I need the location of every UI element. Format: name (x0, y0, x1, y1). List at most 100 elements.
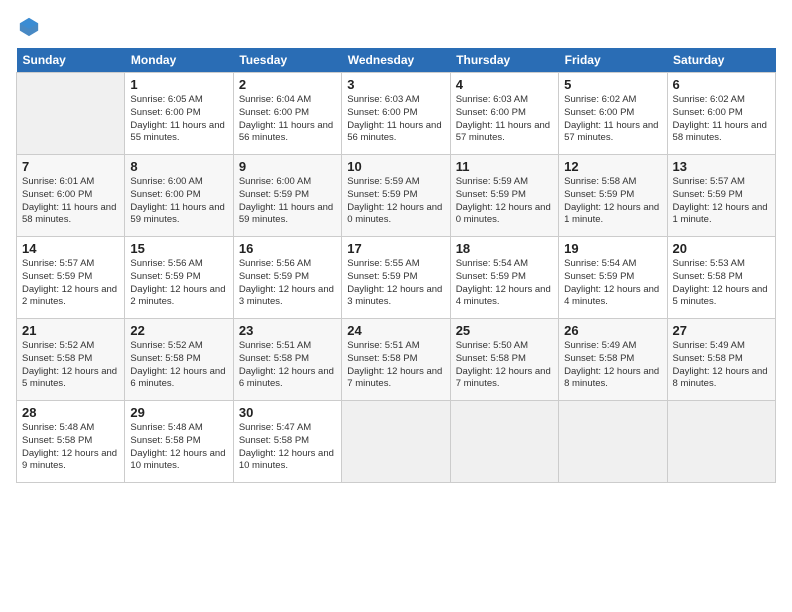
header-cell-saturday: Saturday (667, 48, 775, 73)
day-number: 4 (456, 77, 553, 92)
day-number: 11 (456, 159, 553, 174)
header-cell-sunday: Sunday (17, 48, 125, 73)
calendar-cell: 19Sunrise: 5:54 AMSunset: 5:59 PMDayligh… (559, 237, 667, 319)
cell-info: Sunrise: 5:47 AMSunset: 5:58 PMDaylight:… (239, 422, 336, 473)
day-number: 24 (347, 323, 444, 338)
calendar-table: SundayMondayTuesdayWednesdayThursdayFrid… (16, 48, 776, 483)
header (16, 16, 776, 38)
day-number: 29 (130, 405, 227, 420)
cell-info: Sunrise: 5:54 AMSunset: 5:59 PMDaylight:… (456, 258, 553, 309)
calendar-cell: 4 Sunrise: 6:03 AMSunset: 6:00 PMDaylight… (450, 73, 558, 155)
calendar-cell: 24 Sunrise: 5:51 AMSunset: 5:58 PMDayligh… (342, 319, 450, 401)
calendar-cell: 9 Sunrise: 6:00 AMSunset: 5:59 PMDaylight… (233, 155, 341, 237)
day-number: 17 (347, 241, 444, 256)
cell-info: Sunrise: 6:01 AMSunset: 6:00 PMDaylight:… (22, 176, 119, 227)
calendar-cell: 14 Sunrise: 5:57 AMSunset: 5:59 PMDayligh… (17, 237, 125, 319)
calendar-cell: 8 Sunrise: 6:00 AMSunset: 6:00 PMDaylight… (125, 155, 233, 237)
day-number: 20 (673, 241, 770, 256)
calendar-cell: 23Sunrise: 5:51 AMSunset: 5:58 PMDayligh… (233, 319, 341, 401)
calendar-cell: 6 Sunrise: 6:02 AMSunset: 6:00 PMDaylight… (667, 73, 775, 155)
week-row-5: 28 Sunrise: 5:48 AMSunset: 5:58 PMDayligh… (17, 401, 776, 483)
calendar-cell (17, 73, 125, 155)
header-row: SundayMondayTuesdayWednesdayThursdayFrid… (17, 48, 776, 73)
calendar-cell: 22 Sunrise: 5:52 AMSunset: 5:58 PMDayligh… (125, 319, 233, 401)
cell-info: Sunrise: 6:04 AMSunset: 6:00 PMDaylight:… (239, 94, 336, 145)
calendar-cell: 17Sunrise: 5:55 AMSunset: 5:59 PMDayligh… (342, 237, 450, 319)
day-number: 23 (239, 323, 336, 338)
cell-info: Sunrise: 5:53 AMSunset: 5:58 PMDaylight:… (673, 258, 770, 309)
header-cell-wednesday: Wednesday (342, 48, 450, 73)
calendar-cell: 12Sunrise: 5:58 AMSunset: 5:59 PMDayligh… (559, 155, 667, 237)
calendar-header: SundayMondayTuesdayWednesdayThursdayFrid… (17, 48, 776, 73)
day-number: 5 (564, 77, 661, 92)
logo-icon (18, 16, 40, 38)
cell-info: Sunrise: 5:49 AMSunset: 5:58 PMDaylight:… (673, 340, 770, 391)
cell-info: Sunrise: 5:49 AMSunset: 5:58 PMDaylight:… (564, 340, 661, 391)
calendar-cell: 21Sunrise: 5:52 AMSunset: 5:58 PMDayligh… (17, 319, 125, 401)
day-number: 1 (130, 77, 227, 92)
cell-info: Sunrise: 5:57 AMSunset: 5:59 PMDaylight:… (673, 176, 770, 227)
cell-info: Sunrise: 5:56 AMSunset: 5:59 PMDaylight:… (130, 258, 227, 309)
cell-info: Sunrise: 6:00 AMSunset: 6:00 PMDaylight:… (130, 176, 227, 227)
day-number: 22 (130, 323, 227, 338)
page-container: SundayMondayTuesdayWednesdayThursdayFrid… (0, 0, 792, 612)
day-number: 10 (347, 159, 444, 174)
calendar-cell (667, 401, 775, 483)
day-number: 26 (564, 323, 661, 338)
calendar-cell: 29 Sunrise: 5:48 AMSunset: 5:58 PMDayligh… (125, 401, 233, 483)
calendar-cell: 27 Sunrise: 5:49 AMSunset: 5:58 PMDayligh… (667, 319, 775, 401)
day-number: 9 (239, 159, 336, 174)
calendar-cell: 1 Sunrise: 6:05 AMSunset: 6:00 PMDaylight… (125, 73, 233, 155)
calendar-cell: 18Sunrise: 5:54 AMSunset: 5:59 PMDayligh… (450, 237, 558, 319)
week-row-4: 21Sunrise: 5:52 AMSunset: 5:58 PMDayligh… (17, 319, 776, 401)
cell-info: Sunrise: 5:59 AMSunset: 5:59 PMDaylight:… (456, 176, 553, 227)
cell-info: Sunrise: 5:56 AMSunset: 5:59 PMDaylight:… (239, 258, 336, 309)
day-number: 16 (239, 241, 336, 256)
calendar-cell: 2 Sunrise: 6:04 AMSunset: 6:00 PMDaylight… (233, 73, 341, 155)
day-number: 25 (456, 323, 553, 338)
calendar-cell (342, 401, 450, 483)
cell-info: Sunrise: 6:03 AMSunset: 6:00 PMDaylight:… (456, 94, 553, 145)
cell-info: Sunrise: 5:52 AMSunset: 5:58 PMDaylight:… (130, 340, 227, 391)
logo (16, 16, 40, 38)
day-number: 8 (130, 159, 227, 174)
day-number: 28 (22, 405, 119, 420)
week-row-3: 14 Sunrise: 5:57 AMSunset: 5:59 PMDayligh… (17, 237, 776, 319)
header-cell-thursday: Thursday (450, 48, 558, 73)
cell-info: Sunrise: 5:48 AMSunset: 5:58 PMDaylight:… (22, 422, 119, 473)
day-number: 13 (673, 159, 770, 174)
day-number: 12 (564, 159, 661, 174)
calendar-cell (450, 401, 558, 483)
calendar-cell: 11 Sunrise: 5:59 AMSunset: 5:59 PMDayligh… (450, 155, 558, 237)
week-row-2: 7 Sunrise: 6:01 AMSunset: 6:00 PMDaylight… (17, 155, 776, 237)
cell-info: Sunrise: 6:00 AMSunset: 5:59 PMDaylight:… (239, 176, 336, 227)
cell-info: Sunrise: 6:03 AMSunset: 6:00 PMDaylight:… (347, 94, 444, 145)
calendar-cell: 15 Sunrise: 5:56 AMSunset: 5:59 PMDayligh… (125, 237, 233, 319)
cell-info: Sunrise: 5:54 AMSunset: 5:59 PMDaylight:… (564, 258, 661, 309)
day-number: 15 (130, 241, 227, 256)
day-number: 7 (22, 159, 119, 174)
calendar-cell: 25 Sunrise: 5:50 AMSunset: 5:58 PMDayligh… (450, 319, 558, 401)
header-cell-monday: Monday (125, 48, 233, 73)
cell-info: Sunrise: 5:59 AMSunset: 5:59 PMDaylight:… (347, 176, 444, 227)
cell-info: Sunrise: 5:57 AMSunset: 5:59 PMDaylight:… (22, 258, 119, 309)
week-row-1: 1 Sunrise: 6:05 AMSunset: 6:00 PMDaylight… (17, 73, 776, 155)
cell-info: Sunrise: 5:50 AMSunset: 5:58 PMDaylight:… (456, 340, 553, 391)
day-number: 6 (673, 77, 770, 92)
calendar-cell: 10 Sunrise: 5:59 AMSunset: 5:59 PMDayligh… (342, 155, 450, 237)
cell-info: Sunrise: 5:48 AMSunset: 5:58 PMDaylight:… (130, 422, 227, 473)
calendar-cell: 28 Sunrise: 5:48 AMSunset: 5:58 PMDayligh… (17, 401, 125, 483)
day-number: 14 (22, 241, 119, 256)
calendar-cell: 13 Sunrise: 5:57 AMSunset: 5:59 PMDayligh… (667, 155, 775, 237)
day-number: 3 (347, 77, 444, 92)
header-cell-tuesday: Tuesday (233, 48, 341, 73)
calendar-body: 1 Sunrise: 6:05 AMSunset: 6:00 PMDaylight… (17, 73, 776, 483)
cell-info: Sunrise: 5:52 AMSunset: 5:58 PMDaylight:… (22, 340, 119, 391)
cell-info: Sunrise: 5:51 AMSunset: 5:58 PMDaylight:… (347, 340, 444, 391)
calendar-cell: 30Sunrise: 5:47 AMSunset: 5:58 PMDayligh… (233, 401, 341, 483)
calendar-cell: 7 Sunrise: 6:01 AMSunset: 6:00 PMDaylight… (17, 155, 125, 237)
day-number: 27 (673, 323, 770, 338)
day-number: 2 (239, 77, 336, 92)
cell-info: Sunrise: 6:02 AMSunset: 6:00 PMDaylight:… (673, 94, 770, 145)
cell-info: Sunrise: 6:05 AMSunset: 6:00 PMDaylight:… (130, 94, 227, 145)
